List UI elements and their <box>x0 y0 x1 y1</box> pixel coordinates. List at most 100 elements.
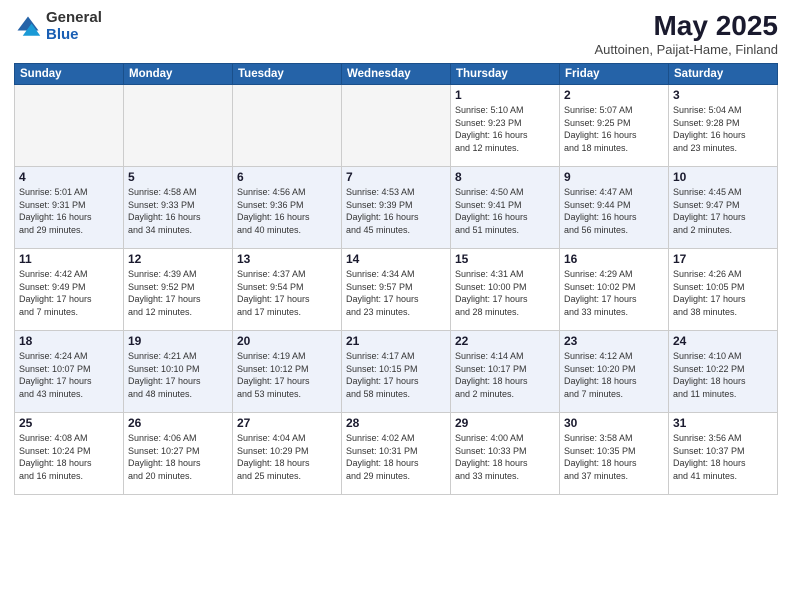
calendar-cell: 16Sunrise: 4:29 AM Sunset: 10:02 PM Dayl… <box>560 249 669 331</box>
logo-icon <box>14 13 42 41</box>
weekday-header-sunday: Sunday <box>15 64 124 85</box>
calendar-cell: 1 Sunrise: 5:10 AM Sunset: 9:23 PM Daylig… <box>451 85 560 167</box>
calendar-cell: 30Sunrise: 3:58 AM Sunset: 10:35 PM Dayl… <box>560 413 669 495</box>
day-number: 31 <box>673 416 773 430</box>
calendar-cell: 31Sunrise: 3:56 AM Sunset: 10:37 PM Dayl… <box>669 413 778 495</box>
day-number: 11 <box>19 252 119 266</box>
day-number: 17 <box>673 252 773 266</box>
day-info: Sunrise: 4:42 AM Sunset: 9:49 PM Dayligh… <box>19 268 119 318</box>
day-number: 7 <box>346 170 446 184</box>
weekday-header-saturday: Saturday <box>669 64 778 85</box>
day-info: Sunrise: 4:19 AM Sunset: 10:12 PM Daylig… <box>237 350 337 400</box>
calendar-cell <box>342 85 451 167</box>
calendar-cell: 20 Sunrise: 4:19 AM Sunset: 10:12 PM Dayl… <box>233 331 342 413</box>
day-number: 8 <box>455 170 555 184</box>
day-info: Sunrise: 4:39 AM Sunset: 9:52 PM Dayligh… <box>128 268 228 318</box>
calendar-cell: 12 Sunrise: 4:39 AM Sunset: 9:52 PM Dayli… <box>124 249 233 331</box>
calendar-cell: 2Sunrise: 5:07 AM Sunset: 9:25 PM Daylig… <box>560 85 669 167</box>
weekday-header-tuesday: Tuesday <box>233 64 342 85</box>
week-row-1: 1 Sunrise: 5:10 AM Sunset: 9:23 PM Daylig… <box>15 85 778 167</box>
day-info: Sunrise: 4:34 AM Sunset: 9:57 PM Dayligh… <box>346 268 446 318</box>
week-row-3: 11 Sunrise: 4:42 AM Sunset: 9:49 PM Dayli… <box>15 249 778 331</box>
calendar-cell: 17 Sunrise: 4:26 AM Sunset: 10:05 PM Dayl… <box>669 249 778 331</box>
day-number: 29 <box>455 416 555 430</box>
calendar-cell <box>15 85 124 167</box>
day-number: 16 <box>564 252 664 266</box>
calendar-cell <box>233 85 342 167</box>
calendar-cell: 29Sunrise: 4:00 AM Sunset: 10:33 PM Dayl… <box>451 413 560 495</box>
weekday-header-monday: Monday <box>124 64 233 85</box>
day-number: 22 <box>455 334 555 348</box>
day-info: Sunrise: 4:56 AM Sunset: 9:36 PM Dayligh… <box>237 186 337 236</box>
day-number: 6 <box>237 170 337 184</box>
day-number: 26 <box>128 416 228 430</box>
day-info: Sunrise: 4:31 AM Sunset: 10:00 PM Daylig… <box>455 268 555 318</box>
day-info: Sunrise: 4:24 AM Sunset: 10:07 PM Daylig… <box>19 350 119 400</box>
day-number: 28 <box>346 416 446 430</box>
calendar-cell: 26 Sunrise: 4:06 AM Sunset: 10:27 PM Dayl… <box>124 413 233 495</box>
day-number: 15 <box>455 252 555 266</box>
day-number: 25 <box>19 416 119 430</box>
day-info: Sunrise: 5:01 AM Sunset: 9:31 PM Dayligh… <box>19 186 119 236</box>
page: General Blue May 2025 Auttoinen, Paijat-… <box>0 0 792 612</box>
day-info: Sunrise: 4:12 AM Sunset: 10:20 PM Daylig… <box>564 350 664 400</box>
title-block: May 2025 Auttoinen, Paijat-Hame, Finland <box>594 10 778 57</box>
calendar-cell: 11 Sunrise: 4:42 AM Sunset: 9:49 PM Dayli… <box>15 249 124 331</box>
main-title: May 2025 <box>594 10 778 42</box>
logo-general: General <box>46 10 102 27</box>
day-number: 21 <box>346 334 446 348</box>
calendar-cell: 18 Sunrise: 4:24 AM Sunset: 10:07 PM Dayl… <box>15 331 124 413</box>
day-info: Sunrise: 4:21 AM Sunset: 10:10 PM Daylig… <box>128 350 228 400</box>
day-number: 14 <box>346 252 446 266</box>
calendar-cell: 21 Sunrise: 4:17 AM Sunset: 10:15 PM Dayl… <box>342 331 451 413</box>
weekday-header-friday: Friday <box>560 64 669 85</box>
calendar-cell: 24Sunrise: 4:10 AM Sunset: 10:22 PM Dayl… <box>669 331 778 413</box>
calendar-cell: 8Sunrise: 4:50 AM Sunset: 9:41 PM Daylig… <box>451 167 560 249</box>
day-info: Sunrise: 5:07 AM Sunset: 9:25 PM Dayligh… <box>564 104 664 154</box>
day-info: Sunrise: 4:06 AM Sunset: 10:27 PM Daylig… <box>128 432 228 482</box>
week-row-2: 4Sunrise: 5:01 AM Sunset: 9:31 PM Daylig… <box>15 167 778 249</box>
day-number: 27 <box>237 416 337 430</box>
calendar-cell: 4Sunrise: 5:01 AM Sunset: 9:31 PM Daylig… <box>15 167 124 249</box>
calendar-cell: 23Sunrise: 4:12 AM Sunset: 10:20 PM Dayl… <box>560 331 669 413</box>
day-info: Sunrise: 4:02 AM Sunset: 10:31 PM Daylig… <box>346 432 446 482</box>
day-number: 1 <box>455 88 555 102</box>
day-number: 12 <box>128 252 228 266</box>
day-info: Sunrise: 4:26 AM Sunset: 10:05 PM Daylig… <box>673 268 773 318</box>
calendar: SundayMondayTuesdayWednesdayThursdayFrid… <box>14 63 778 495</box>
day-info: Sunrise: 4:47 AM Sunset: 9:44 PM Dayligh… <box>564 186 664 236</box>
day-number: 5 <box>128 170 228 184</box>
subtitle: Auttoinen, Paijat-Hame, Finland <box>594 42 778 57</box>
calendar-cell: 22Sunrise: 4:14 AM Sunset: 10:17 PM Dayl… <box>451 331 560 413</box>
calendar-cell: 25Sunrise: 4:08 AM Sunset: 10:24 PM Dayl… <box>15 413 124 495</box>
day-info: Sunrise: 5:10 AM Sunset: 9:23 PM Dayligh… <box>455 104 555 154</box>
calendar-cell: 28 Sunrise: 4:02 AM Sunset: 10:31 PM Dayl… <box>342 413 451 495</box>
calendar-cell: 5 Sunrise: 4:58 AM Sunset: 9:33 PM Daylig… <box>124 167 233 249</box>
week-row-4: 18 Sunrise: 4:24 AM Sunset: 10:07 PM Dayl… <box>15 331 778 413</box>
calendar-cell: 15 Sunrise: 4:31 AM Sunset: 10:00 PM Dayl… <box>451 249 560 331</box>
day-number: 10 <box>673 170 773 184</box>
day-info: Sunrise: 4:10 AM Sunset: 10:22 PM Daylig… <box>673 350 773 400</box>
logo: General Blue <box>14 10 102 43</box>
day-number: 20 <box>237 334 337 348</box>
day-number: 13 <box>237 252 337 266</box>
calendar-cell: 6 Sunrise: 4:56 AM Sunset: 9:36 PM Daylig… <box>233 167 342 249</box>
day-info: Sunrise: 4:45 AM Sunset: 9:47 PM Dayligh… <box>673 186 773 236</box>
calendar-cell: 19Sunrise: 4:21 AM Sunset: 10:10 PM Dayl… <box>124 331 233 413</box>
day-number: 30 <box>564 416 664 430</box>
calendar-cell <box>124 85 233 167</box>
header: General Blue May 2025 Auttoinen, Paijat-… <box>14 10 778 57</box>
calendar-cell: 9 Sunrise: 4:47 AM Sunset: 9:44 PM Daylig… <box>560 167 669 249</box>
day-number: 18 <box>19 334 119 348</box>
day-info: Sunrise: 4:37 AM Sunset: 9:54 PM Dayligh… <box>237 268 337 318</box>
week-row-5: 25Sunrise: 4:08 AM Sunset: 10:24 PM Dayl… <box>15 413 778 495</box>
weekday-header-thursday: Thursday <box>451 64 560 85</box>
calendar-cell: 13 Sunrise: 4:37 AM Sunset: 9:54 PM Dayli… <box>233 249 342 331</box>
day-number: 9 <box>564 170 664 184</box>
day-info: Sunrise: 4:58 AM Sunset: 9:33 PM Dayligh… <box>128 186 228 236</box>
logo-text: General Blue <box>46 10 102 43</box>
day-info: Sunrise: 4:17 AM Sunset: 10:15 PM Daylig… <box>346 350 446 400</box>
calendar-cell: 27 Sunrise: 4:04 AM Sunset: 10:29 PM Dayl… <box>233 413 342 495</box>
calendar-cell: 10 Sunrise: 4:45 AM Sunset: 9:47 PM Dayli… <box>669 167 778 249</box>
day-info: Sunrise: 4:04 AM Sunset: 10:29 PM Daylig… <box>237 432 337 482</box>
